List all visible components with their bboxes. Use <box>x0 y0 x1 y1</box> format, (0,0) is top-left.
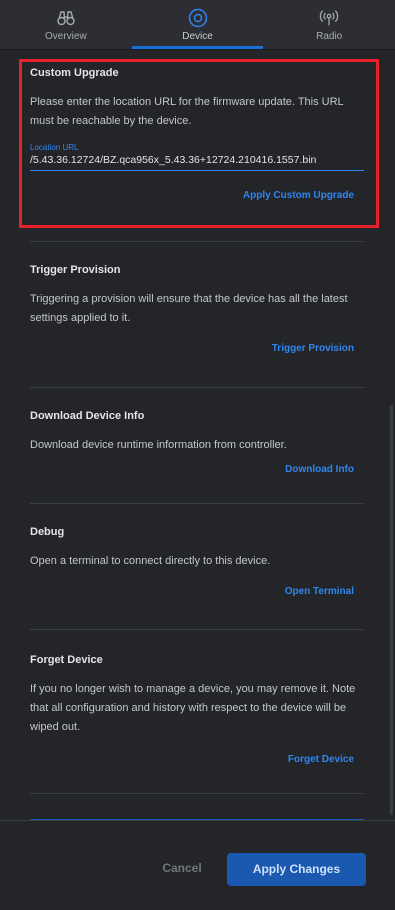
trigger-provision-link[interactable]: Trigger Provision <box>30 343 364 354</box>
scrollbar[interactable] <box>390 405 393 815</box>
device-icon <box>188 8 208 28</box>
section-description: If you no longer wish to manage a device… <box>30 683 356 733</box>
download-info-link[interactable]: Download Info <box>30 464 364 475</box>
debug-section: Debug Open a terminal to connect directl… <box>30 504 364 630</box>
section-description: Open a terminal to connect directly to t… <box>30 555 271 567</box>
section-description: Download device runtime information from… <box>30 439 287 451</box>
download-info-section: Download Device Info Download device run… <box>30 388 364 504</box>
section-title: Trigger Provision <box>30 264 121 276</box>
radio-icon <box>319 8 339 28</box>
section-title: Debug <box>30 526 65 538</box>
tab-radio-label: Radio <box>316 31 343 42</box>
forget-device-section: Forget Device If you no longer wish to m… <box>30 630 364 794</box>
binoculars-icon <box>56 8 76 28</box>
tab-overview[interactable]: Overview <box>0 0 132 49</box>
tab-radio[interactable]: Radio <box>263 0 395 49</box>
section-title: Download Device Info <box>30 410 145 422</box>
tab-bar: Overview Device Radio <box>0 0 395 50</box>
highlight-box <box>19 59 379 228</box>
tab-device-label: Device <box>182 31 213 42</box>
apply-changes-button[interactable]: Apply Changes <box>227 853 366 886</box>
trigger-provision-section: Trigger Provision Triggering a provision… <box>30 242 364 388</box>
section-title: Forget Device <box>30 654 103 666</box>
cancel-button[interactable]: Cancel <box>150 858 214 878</box>
footer-bar: Cancel Apply Changes <box>0 820 395 910</box>
open-terminal-link[interactable]: Open Terminal <box>30 586 364 597</box>
tab-device[interactable]: Device <box>131 0 264 49</box>
tab-overview-label: Overview <box>44 31 87 42</box>
section-description: Triggering a provision will ensure that … <box>30 293 348 324</box>
forget-device-link[interactable]: Forget Device <box>30 754 364 765</box>
